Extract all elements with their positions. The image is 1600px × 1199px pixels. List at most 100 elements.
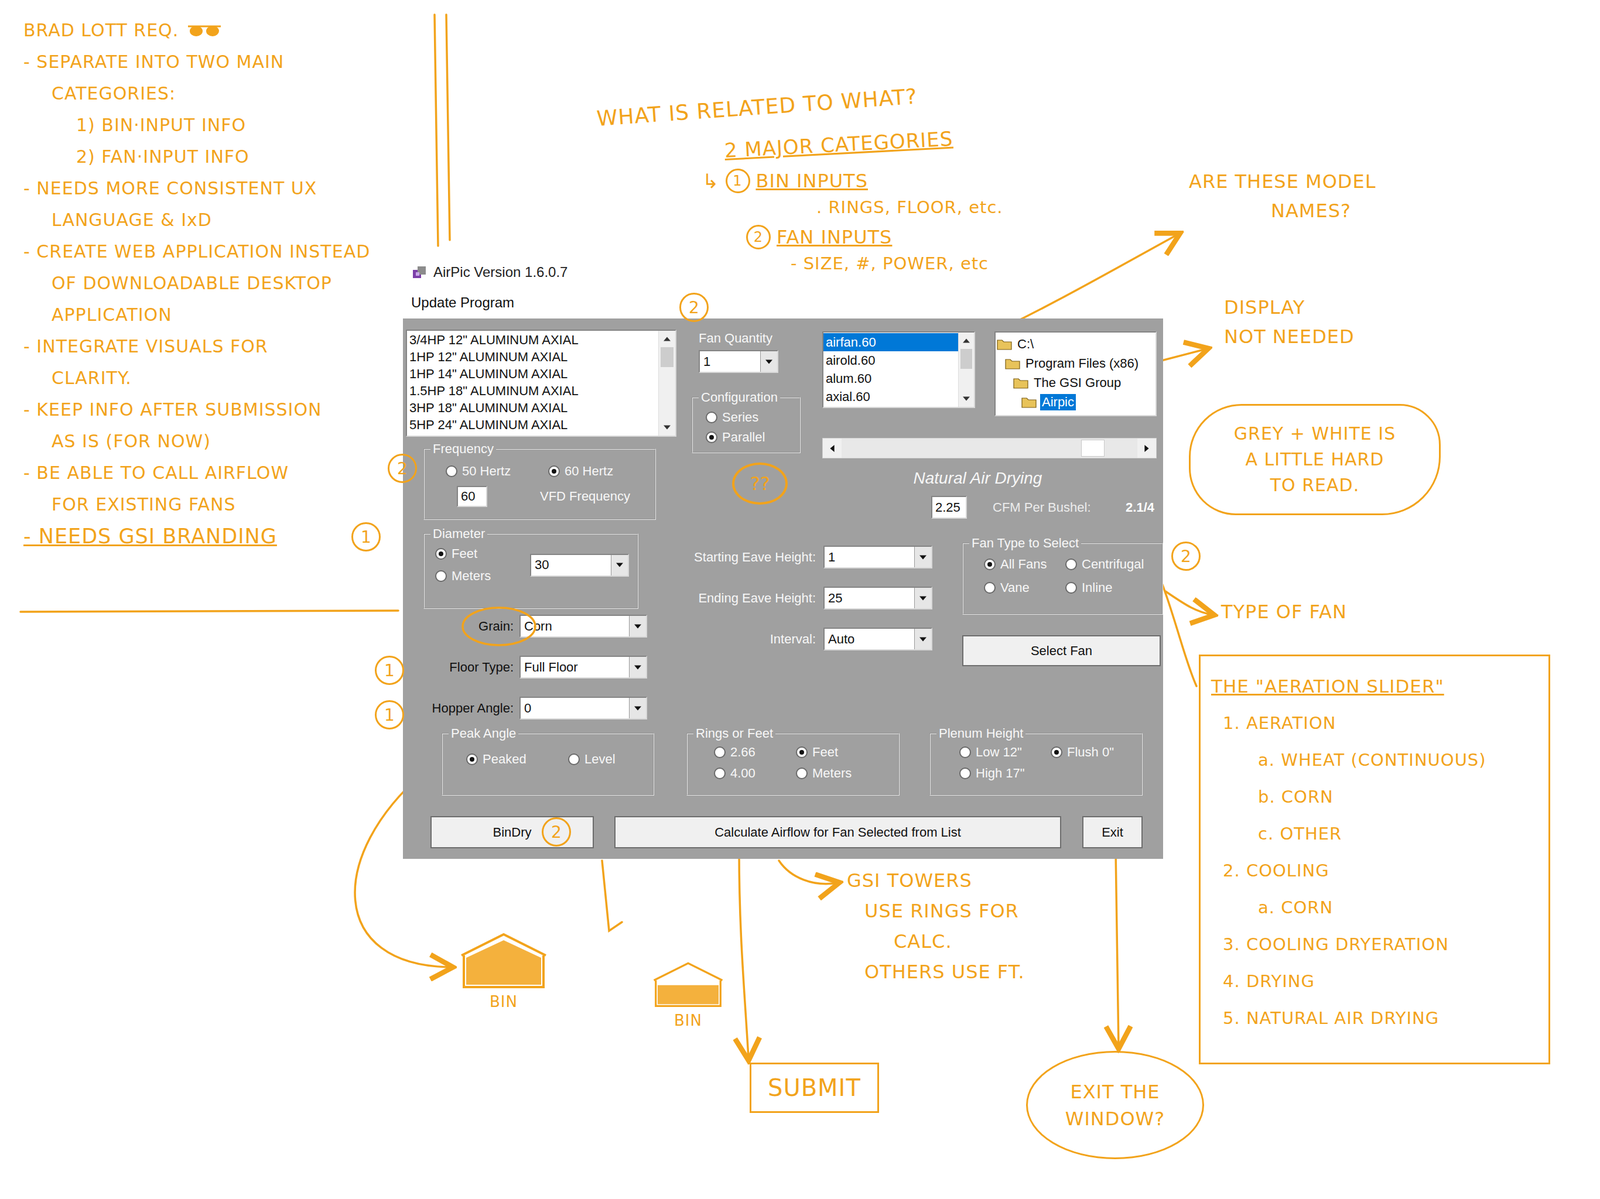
scroll-up-button[interactable] [958,332,974,350]
field-select[interactable]: Full Floor [519,655,648,679]
file-list[interactable]: airfan.60airold.60alum.60axial.60 [822,331,976,409]
scroll-thumb[interactable] [960,349,973,369]
radio-button[interactable] [466,753,478,766]
combo-value[interactable]: Auto [824,628,915,650]
combo-value[interactable]: 1 [699,351,761,372]
radio-button[interactable] [713,767,726,780]
radio-button[interactable] [435,548,447,560]
folder-item[interactable]: Program Files (x86) [996,353,1155,374]
slider-right-button[interactable] [1137,438,1157,458]
rings-option[interactable]: 4.00 [713,766,796,782]
file-list-item[interactable]: airfan.60 [823,333,959,352]
fan-type-option[interactable]: All Fans [983,556,1066,573]
radio-button[interactable] [445,465,458,478]
radio-label[interactable]: Vane [1000,580,1030,596]
diameter-unit-option[interactable]: Feet [435,546,529,562]
radio-label[interactable]: 4.00 [730,766,756,782]
dropdown-button[interactable] [914,587,932,609]
combo-value[interactable]: 0 [520,698,629,719]
radio-label[interactable]: Parallel [722,429,765,446]
scrollbar[interactable] [958,332,974,408]
radio-label[interactable]: Flush 0" [1067,744,1114,761]
calculate-button[interactable]: Calculate Airflow for Fan Selected from … [614,816,1062,849]
peak-angle-option[interactable]: Level [568,751,648,768]
radio-label[interactable]: 2.66 [730,744,756,761]
field-select[interactable]: Corn [519,614,648,638]
radio-button[interactable] [705,431,718,444]
radio-button[interactable] [795,746,808,759]
rings-option[interactable]: Feet [795,744,893,761]
combo-value[interactable]: Corn [520,616,629,637]
fan-type-option[interactable]: Inline [1065,580,1157,596]
frequency-option[interactable]: 60 Hertz [548,463,649,480]
combo-value[interactable]: 1 [824,546,915,568]
fan-quantity-select[interactable]: 1 [698,350,779,374]
peak-angle-option[interactable]: Peaked [466,751,569,768]
radio-button[interactable] [983,582,996,594]
file-list-item[interactable]: airold.60 [823,351,959,370]
radio-button[interactable] [1065,558,1078,571]
folder-item[interactable]: Airpic [996,392,1155,412]
combo-value[interactable]: 25 [824,587,915,609]
radio-label[interactable]: 50 Hertz [462,463,511,480]
radio-button[interactable] [959,767,972,780]
radio-label[interactable]: Series [722,409,759,426]
file-list-item[interactable]: alum.60 [823,369,959,388]
dropdown-button[interactable] [628,698,646,719]
plenum-option[interactable]: Low 12" [959,744,1051,761]
scroll-down-button[interactable] [958,390,974,408]
fan-list-item[interactable]: 3HP 18" ALUMINUM AXIAL [407,399,659,417]
menu-item[interactable]: Update Program [411,294,515,311]
configuration-option[interactable]: Parallel [705,429,794,446]
rings-option[interactable]: 2.66 [713,744,796,761]
fan-list-item[interactable]: 5HP 24" ALUMINUM AXIAL [407,416,659,434]
fan-type-option[interactable]: Centrifugal [1065,556,1157,573]
radio-label[interactable]: Inline [1081,580,1113,596]
dropdown-button[interactable] [760,351,778,372]
radio-button[interactable] [568,753,580,766]
select-fan-button[interactable]: Select Fan [962,635,1161,667]
scrollbar[interactable] [658,330,676,436]
slider-left-button[interactable] [822,438,842,458]
plenum-option[interactable]: High 17" [959,766,1051,782]
folder-tree[interactable]: C:\ Program Files (x86) The GSI Group Ai… [994,331,1157,417]
combo-value[interactable]: Full Floor [520,657,629,678]
fan-list-item[interactable]: 3/4HP 12" ALUMINUM AXIAL [407,331,659,349]
radio-label[interactable]: 60 Hertz [564,463,614,480]
radio-button[interactable] [435,570,447,583]
radio-label[interactable]: Meters [451,568,491,584]
file-list-item[interactable]: axial.60 [823,387,959,406]
field-select[interactable]: 0 [519,696,648,720]
radio-button[interactable] [1065,582,1078,594]
radio-label[interactable]: Centrifugal [1081,556,1144,573]
radio-button[interactable] [705,411,718,424]
aeration-slider[interactable] [822,438,1157,459]
dropdown-button[interactable] [628,616,646,637]
vfd-input[interactable]: 60 [456,486,488,508]
radio-label[interactable]: High 17" [975,766,1025,782]
fan-list-item[interactable]: 1HP 14" ALUMINUM AXIAL [407,365,659,383]
eave-select[interactable]: 1 [823,545,933,569]
radio-label[interactable]: Feet [812,744,839,761]
dropdown-button[interactable] [610,555,628,576]
diameter-unit-option[interactable]: Meters [435,568,529,584]
dropdown-button[interactable] [628,657,646,678]
combo-value[interactable]: 30 [531,555,611,576]
cfm-input[interactable]: 2.25 [931,496,967,519]
radio-button[interactable] [795,767,808,780]
folder-item[interactable]: C:\ [996,334,1155,354]
diameter-select[interactable]: 30 [530,554,629,577]
scroll-down-button[interactable] [658,419,676,436]
radio-label[interactable]: Low 12" [975,744,1022,761]
radio-label[interactable]: Meters [812,766,852,782]
dropdown-button[interactable] [914,628,932,650]
eave-select[interactable]: Auto [823,627,933,651]
slider-thumb[interactable] [1081,439,1105,457]
fan-list-item[interactable]: 1HP 12" ALUMINUM AXIAL [407,348,659,366]
scroll-thumb[interactable] [660,347,674,368]
fan-list[interactable]: 3/4HP 12" ALUMINUM AXIAL1HP 12" ALUMINUM… [405,329,677,437]
eave-select[interactable]: 25 [823,586,933,610]
fan-type-option[interactable]: Vane [983,580,1066,596]
radio-label[interactable]: Peaked [482,751,527,768]
dropdown-button[interactable] [914,546,932,568]
